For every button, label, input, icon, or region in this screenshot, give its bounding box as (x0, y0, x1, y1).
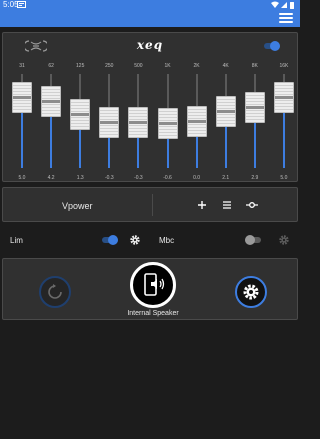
brand-logo: xeq (136, 38, 164, 52)
band-gain-value: 5.0 (280, 175, 288, 181)
menu-icon[interactable] (279, 13, 293, 24)
eq-band[interactable]: 1K -0.6 (157, 63, 178, 181)
slider-fill (253, 122, 256, 168)
wifi-icon (271, 1, 279, 8)
output-device-label: Internal Speaker (127, 310, 179, 317)
equalizer-header: xeq (3, 33, 297, 57)
infinity-logo-icon (25, 40, 47, 52)
eq-enable-toggle[interactable] (264, 41, 280, 51)
slider-fill (195, 136, 198, 168)
eq-band[interactable]: 250 -0.3 (99, 63, 120, 181)
band-gain-value: 4.2 (47, 175, 55, 181)
eq-band[interactable]: 125 1.3 (70, 63, 91, 181)
slider-thumb[interactable] (128, 106, 149, 138)
mbc-settings-gear-icon[interactable] (278, 234, 290, 246)
mbc-label: Mbc (159, 236, 175, 245)
band-gain-value: 0.0 (193, 175, 201, 181)
output-device-button[interactable] (130, 262, 176, 308)
band-frequency-label: 4K (222, 63, 229, 69)
slider-thumb[interactable] (157, 108, 178, 140)
reset-icon (48, 284, 62, 299)
band-gain-value: 1.3 (76, 175, 84, 181)
gear-icon (243, 284, 259, 300)
slider-fill (50, 116, 53, 168)
slider-thumb[interactable] (12, 82, 32, 113)
band-frequency-label: 500 (134, 63, 143, 69)
eq-band[interactable]: 62 4.2 (41, 63, 62, 181)
add-icon[interactable] (196, 199, 208, 211)
band-gain-value: -0.3 (104, 175, 114, 181)
band-frequency-label: 250 (105, 63, 114, 69)
slider-thumb[interactable] (70, 99, 91, 131)
list-icon[interactable] (221, 199, 233, 211)
eq-band[interactable]: 8K 2.9 (244, 63, 265, 181)
app-bar (0, 10, 300, 27)
slider-thumb[interactable] (244, 91, 265, 123)
notification-icon (17, 1, 26, 8)
slider-fill (108, 137, 111, 168)
slider-thumb[interactable] (215, 95, 236, 127)
settings-button[interactable] (235, 276, 267, 308)
slider-fill (166, 139, 169, 168)
mbc-toggle[interactable] (245, 235, 261, 245)
lim-settings-gear-icon[interactable] (129, 234, 141, 246)
band-frequency-label: 31 (19, 63, 25, 69)
slider-fill (79, 130, 82, 168)
band-frequency-label: 8K (251, 63, 258, 69)
reset-button[interactable] (39, 276, 71, 308)
band-gain-value: 5.0 (18, 175, 26, 181)
slider-fill (282, 113, 285, 168)
eq-band[interactable]: 500 -0.3 (128, 63, 149, 181)
band-frequency-label: 62 (48, 63, 54, 69)
slider-thumb[interactable] (186, 105, 207, 137)
band-gain-value: 2.1 (222, 175, 230, 181)
slider-thumb[interactable] (41, 85, 62, 117)
slider-fill (224, 126, 227, 168)
eq-band[interactable]: 2K 0.0 (186, 63, 207, 181)
vpower-panel: Vpower (2, 187, 298, 222)
lim-label: Lim (10, 236, 23, 245)
status-bar: 5:05 (0, 0, 300, 10)
output-panel: Internal Speaker (2, 258, 298, 320)
band-frequency-label: 16K (279, 63, 289, 69)
slider-thumb[interactable] (273, 82, 294, 113)
vpower-label: Vpower (62, 201, 93, 211)
band-frequency-label: 125 (76, 63, 85, 69)
equalizer-panel: xeq 31 5.0 62 4.2 125 1.3 250 -0.3 500 -0.3 1K -0.6… (2, 32, 298, 182)
lim-toggle[interactable] (102, 235, 118, 245)
divider (152, 194, 153, 216)
system-icons (271, 1, 294, 9)
eq-band[interactable]: 16K 5.0 (273, 63, 294, 181)
eq-band[interactable]: 4K 2.1 (215, 63, 236, 181)
band-frequency-label: 1K (164, 63, 171, 69)
band-gain-value: -0.6 (163, 175, 172, 181)
slider-fill (137, 137, 140, 168)
signal-icon (281, 2, 287, 8)
band-gain-value: -0.3 (134, 175, 143, 181)
phone-speaker-icon (144, 273, 165, 296)
band-gain-value: 2.9 (251, 175, 259, 181)
slider-fill (21, 113, 23, 168)
eq-band[interactable]: 31 5.0 (12, 63, 32, 181)
slider-thumb[interactable] (99, 106, 120, 138)
battery-icon (290, 2, 294, 9)
slider-adjust-icon[interactable] (246, 199, 258, 211)
band-frequency-label: 2K (193, 63, 200, 69)
effects-row: Lim Mbc (2, 228, 298, 252)
